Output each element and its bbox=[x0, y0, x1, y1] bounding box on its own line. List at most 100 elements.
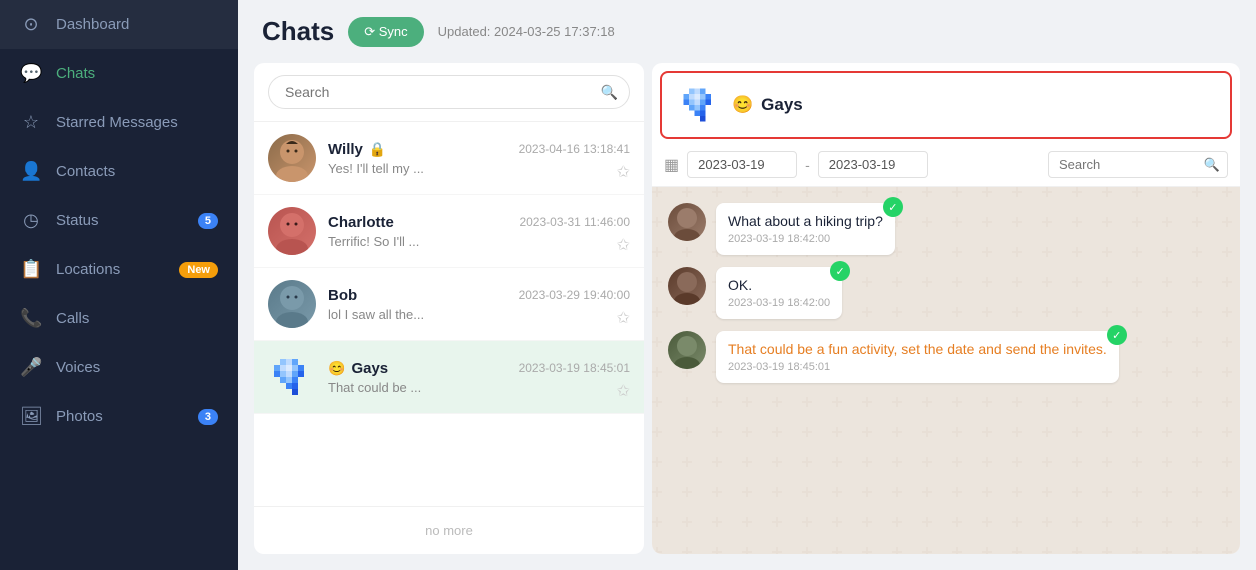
sidebar-item-chats[interactable]: 💬 Chats bbox=[0, 49, 238, 98]
sidebar-item-label: Starred Messages bbox=[56, 114, 178, 131]
voices-icon: 🎤 bbox=[20, 357, 42, 378]
dashboard-icon: ⊙ bbox=[20, 14, 42, 35]
updated-timestamp: Updated: 2024-03-25 17:37:18 bbox=[438, 24, 615, 39]
sidebar-item-label: Voices bbox=[56, 359, 100, 376]
chat-time: 2023-03-31 11:46:00 bbox=[519, 215, 630, 229]
date-to-input[interactable] bbox=[818, 151, 928, 178]
msg-bubble: OK. 2023-03-19 18:42:00 ✓ bbox=[716, 267, 842, 319]
sidebar-item-locations[interactable]: 📋 Locations New bbox=[0, 245, 238, 294]
detail-name: 😊 Gays bbox=[732, 95, 803, 115]
chat-name: Bob bbox=[328, 287, 357, 304]
filter-search-wrapper: 🔍 bbox=[1048, 151, 1228, 178]
msg-avatar bbox=[668, 331, 706, 369]
msg-time: 2023-03-19 18:42:00 bbox=[728, 233, 883, 245]
whatsapp-icon: ✓ bbox=[883, 197, 903, 217]
detail-emoji: 😊 bbox=[732, 95, 753, 115]
msg-bubble: That could be a fun activity, set the da… bbox=[716, 331, 1119, 383]
chat-preview: That could be ... bbox=[328, 380, 630, 395]
sidebar-item-label: Chats bbox=[56, 65, 95, 82]
calendar-icon: ▦ bbox=[664, 155, 679, 175]
gays-emoji: 😊 bbox=[328, 360, 345, 377]
photos-icon: 🖼 bbox=[20, 406, 42, 427]
search-box: 🔍 bbox=[254, 63, 644, 122]
sidebar-item-voices[interactable]: 🎤 Voices bbox=[0, 343, 238, 392]
whatsapp-icon: ✓ bbox=[1107, 325, 1127, 345]
chat-info-gays: 😊 Gays 2023-03-19 18:45:01 That could be… bbox=[328, 360, 630, 395]
message-row: What about a hiking trip? 2023-03-19 18:… bbox=[668, 203, 1224, 255]
detail-avatar bbox=[678, 83, 722, 127]
messages-area: What about a hiking trip? 2023-03-19 18:… bbox=[652, 187, 1240, 554]
filter-search-icon: 🔍 bbox=[1204, 157, 1220, 173]
msg-avatar bbox=[668, 267, 706, 305]
date-from-input[interactable] bbox=[687, 151, 797, 178]
sidebar-item-calls[interactable]: 📞 Calls bbox=[0, 294, 238, 343]
chat-item-charlotte[interactable]: Charlotte 2023-03-31 11:46:00 Terrific! … bbox=[254, 195, 644, 268]
chat-list-panel: 🔍 Willy 🔒 2023-04-16 13:18:41 Yes! I'll … bbox=[254, 63, 644, 554]
chat-time: 2023-03-19 18:45:01 bbox=[519, 361, 630, 375]
contacts-icon: 👤 bbox=[20, 161, 42, 182]
chat-name: Gays bbox=[351, 360, 388, 377]
sync-button[interactable]: ⟳ Sync bbox=[348, 17, 423, 47]
search-input[interactable] bbox=[268, 75, 630, 109]
chat-name-row: Charlotte 2023-03-31 11:46:00 bbox=[328, 214, 630, 231]
sidebar-item-starred[interactable]: ☆ Starred Messages bbox=[0, 98, 238, 147]
locations-badge: New bbox=[179, 262, 218, 278]
sidebar: ⊙ Dashboard 💬 Chats ☆ Starred Messages 👤… bbox=[0, 0, 238, 570]
star-icon: ✩ bbox=[617, 235, 630, 255]
star-icon: ✩ bbox=[617, 162, 630, 182]
avatar-willy bbox=[268, 134, 316, 182]
sidebar-item-label: Dashboard bbox=[56, 16, 129, 33]
sidebar-item-dashboard[interactable]: ⊙ Dashboard bbox=[0, 0, 238, 49]
msg-time: 2023-03-19 18:42:00 bbox=[728, 297, 830, 309]
search-icon: 🔍 bbox=[601, 84, 618, 101]
chat-item-bob[interactable]: Bob 2023-03-29 19:40:00 lol I saw all th… bbox=[254, 268, 644, 341]
main-content: Chats ⟳ Sync Updated: 2024-03-25 17:37:1… bbox=[238, 0, 1256, 570]
message-row: That could be a fun activity, set the da… bbox=[668, 331, 1224, 383]
chat-item-willy[interactable]: Willy 🔒 2023-04-16 13:18:41 Yes! I'll te… bbox=[254, 122, 644, 195]
avatar-bob bbox=[268, 280, 316, 328]
message-row: OK. 2023-03-19 18:42:00 ✓ bbox=[668, 267, 1224, 319]
filter-bar: ▦ - 🔍 bbox=[652, 143, 1240, 187]
chat-name-row: 😊 Gays 2023-03-19 18:45:01 bbox=[328, 360, 630, 377]
sidebar-item-label: Locations bbox=[56, 261, 120, 278]
chat-item-gays[interactable]: 😊 Gays 2023-03-19 18:45:01 That could be… bbox=[254, 341, 644, 414]
msg-avatar bbox=[668, 203, 706, 241]
sidebar-item-status[interactable]: ◷ Status 5 bbox=[0, 196, 238, 245]
avatar-gays bbox=[268, 353, 316, 401]
chat-info-willy: Willy 🔒 2023-04-16 13:18:41 Yes! I'll te… bbox=[328, 141, 630, 176]
star-icon: ✩ bbox=[617, 308, 630, 328]
sidebar-item-label: Photos bbox=[56, 408, 103, 425]
chats-icon: 💬 bbox=[20, 63, 42, 84]
msg-text: That could be a fun activity, set the da… bbox=[728, 341, 1107, 357]
date-separator: - bbox=[805, 157, 810, 173]
content-area: 🔍 Willy 🔒 2023-04-16 13:18:41 Yes! I'll … bbox=[238, 63, 1256, 570]
status-icon: ◷ bbox=[20, 210, 42, 231]
chat-name-row: Bob 2023-03-29 19:40:00 bbox=[328, 287, 630, 304]
sidebar-item-photos[interactable]: 🖼 Photos 3 bbox=[0, 392, 238, 441]
sidebar-item-contacts[interactable]: 👤 Contacts bbox=[0, 147, 238, 196]
star-icon: ✩ bbox=[617, 381, 630, 401]
chat-info-charlotte: Charlotte 2023-03-31 11:46:00 Terrific! … bbox=[328, 214, 630, 249]
locations-icon: 📋 bbox=[20, 259, 42, 280]
chat-preview: Yes! I'll tell my ... bbox=[328, 161, 630, 176]
lock-icon: 🔒 bbox=[369, 141, 386, 158]
msg-text: OK. bbox=[728, 277, 830, 293]
chat-info-bob: Bob 2023-03-29 19:40:00 lol I saw all th… bbox=[328, 287, 630, 322]
chat-time: 2023-03-29 19:40:00 bbox=[519, 288, 630, 302]
page-title: Chats bbox=[262, 16, 334, 47]
chat-detail-panel: 😊 Gays ▦ - 🔍 bbox=[652, 63, 1240, 554]
sidebar-item-label: Status bbox=[56, 212, 99, 229]
status-badge: 5 bbox=[198, 213, 218, 229]
filter-search-input[interactable] bbox=[1048, 151, 1228, 178]
no-more-label: no more bbox=[254, 506, 644, 554]
detail-header: 😊 Gays bbox=[660, 71, 1232, 139]
search-input-wrapper: 🔍 bbox=[268, 75, 630, 109]
photos-badge: 3 bbox=[198, 409, 218, 425]
avatar-charlotte bbox=[268, 207, 316, 255]
msg-text: What about a hiking trip? bbox=[728, 213, 883, 229]
msg-time: 2023-03-19 18:45:01 bbox=[728, 361, 1107, 373]
sidebar-item-label: Calls bbox=[56, 310, 89, 327]
calls-icon: 📞 bbox=[20, 308, 42, 329]
chat-time: 2023-04-16 13:18:41 bbox=[519, 142, 630, 156]
chat-name-row: Willy 🔒 2023-04-16 13:18:41 bbox=[328, 141, 630, 158]
